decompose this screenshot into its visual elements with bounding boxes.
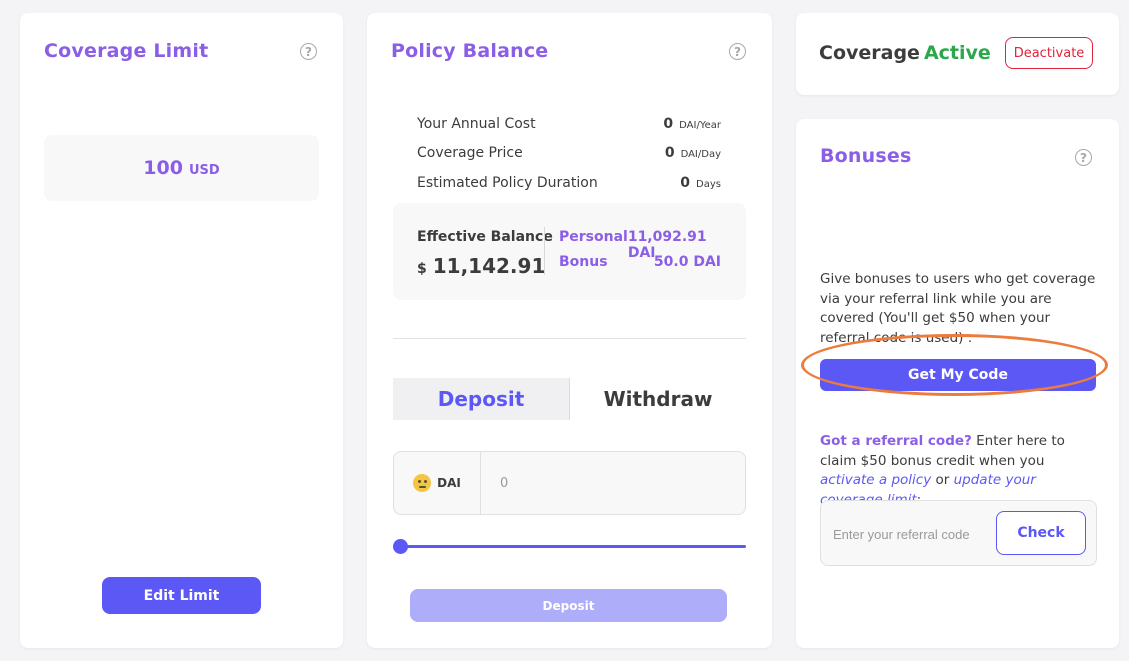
deposit-button[interactable]: Deposit — [410, 589, 727, 622]
deposit-slider-handle[interactable] — [393, 539, 408, 554]
bonus-value: 50.0 DAI — [653, 254, 721, 270]
policy-duration-value: 0 — [680, 175, 691, 191]
effective-balance-amount: $11,142.91 — [417, 254, 545, 278]
coverage-limit-value: 100 — [143, 157, 183, 179]
effective-balance-panel: Effective Balance $11,142.91 Personal 11… — [393, 203, 746, 300]
policy-balance-title: Policy Balance — [391, 40, 549, 62]
referral-instructions: Got a referral code? Enter here to claim… — [820, 432, 1100, 510]
tab-withdraw[interactable]: Withdraw — [570, 378, 746, 420]
divider — [544, 227, 545, 275]
help-icon[interactable]: ? — [1075, 149, 1092, 166]
bonuses-title: Bonuses — [820, 145, 912, 167]
tab-deposit[interactable]: Deposit — [393, 378, 570, 420]
check-button[interactable]: Check — [996, 511, 1086, 555]
referral-code-input[interactable] — [831, 518, 991, 550]
coverage-limit-title: Coverage Limit — [44, 40, 209, 62]
annual-cost-row: Your Annual Cost 0 DAI/Year — [417, 116, 721, 132]
effective-balance-value: 11,142.91 — [432, 254, 546, 278]
bonuses-card: Bonuses ? Give bonuses to users who get … — [796, 119, 1119, 648]
coverage-price-row: Coverage Price 0 DAI/Day — [417, 145, 721, 161]
annual-cost-label: Your Annual Cost — [417, 116, 536, 132]
annual-cost-unit: DAI/Year — [679, 120, 721, 131]
highlight-annotation — [801, 334, 1108, 396]
bonus-label: Bonus — [559, 254, 608, 270]
coverage-price-value: 0 — [664, 145, 675, 161]
policy-balance-card: Policy Balance ? Your Annual Cost 0 DAI/Y… — [367, 13, 772, 648]
referral-question: Got a referral code? — [820, 433, 972, 449]
deactivate-button[interactable]: Deactivate — [1005, 37, 1093, 69]
coverage-price-label: Coverage Price — [417, 145, 523, 161]
coverage-limit-display: 100 USD — [44, 135, 319, 201]
policy-duration-label: Estimated Policy Duration — [417, 175, 598, 191]
coverage-status-card: Coverage Active Deactivate — [796, 13, 1119, 95]
section-divider — [393, 338, 746, 339]
policy-duration-unit: Days — [696, 179, 721, 190]
coverage-status-badge: Active — [923, 42, 991, 64]
activate-policy-link[interactable]: activate a policy — [820, 472, 931, 488]
policy-duration-row: Estimated Policy Duration 0 Days — [417, 175, 721, 191]
effective-balance-label: Effective Balance — [417, 229, 553, 245]
help-icon[interactable]: ? — [300, 43, 317, 60]
annual-cost-value: 0 — [663, 116, 674, 132]
help-icon[interactable]: ? — [729, 43, 746, 60]
coverage-status-label: Coverage — [819, 42, 920, 64]
referral-code-form: Check — [820, 500, 1097, 566]
coverage-limit-card: Coverage Limit ? 100 USD Edit Limit — [20, 13, 343, 648]
deposit-amount-input[interactable]: 0 — [500, 452, 508, 514]
deposit-amount-field[interactable]: DAI 0 — [393, 451, 746, 515]
coverage-limit-unit: USD — [188, 162, 220, 178]
coverage-status: Coverage Active — [819, 42, 991, 64]
thinking-face-icon — [413, 474, 432, 492]
dai-token-label: DAI — [437, 476, 461, 490]
referral-text-2: or — [931, 472, 954, 488]
coverage-price-unit: DAI/Day — [680, 149, 721, 160]
deposit-slider-track[interactable] — [400, 545, 746, 548]
currency-symbol: $ — [417, 261, 427, 277]
dai-token-tag: DAI — [394, 452, 481, 514]
edit-limit-button[interactable]: Edit Limit — [102, 577, 261, 614]
bonus-balance-row: Bonus 50.0 DAI — [559, 254, 721, 270]
